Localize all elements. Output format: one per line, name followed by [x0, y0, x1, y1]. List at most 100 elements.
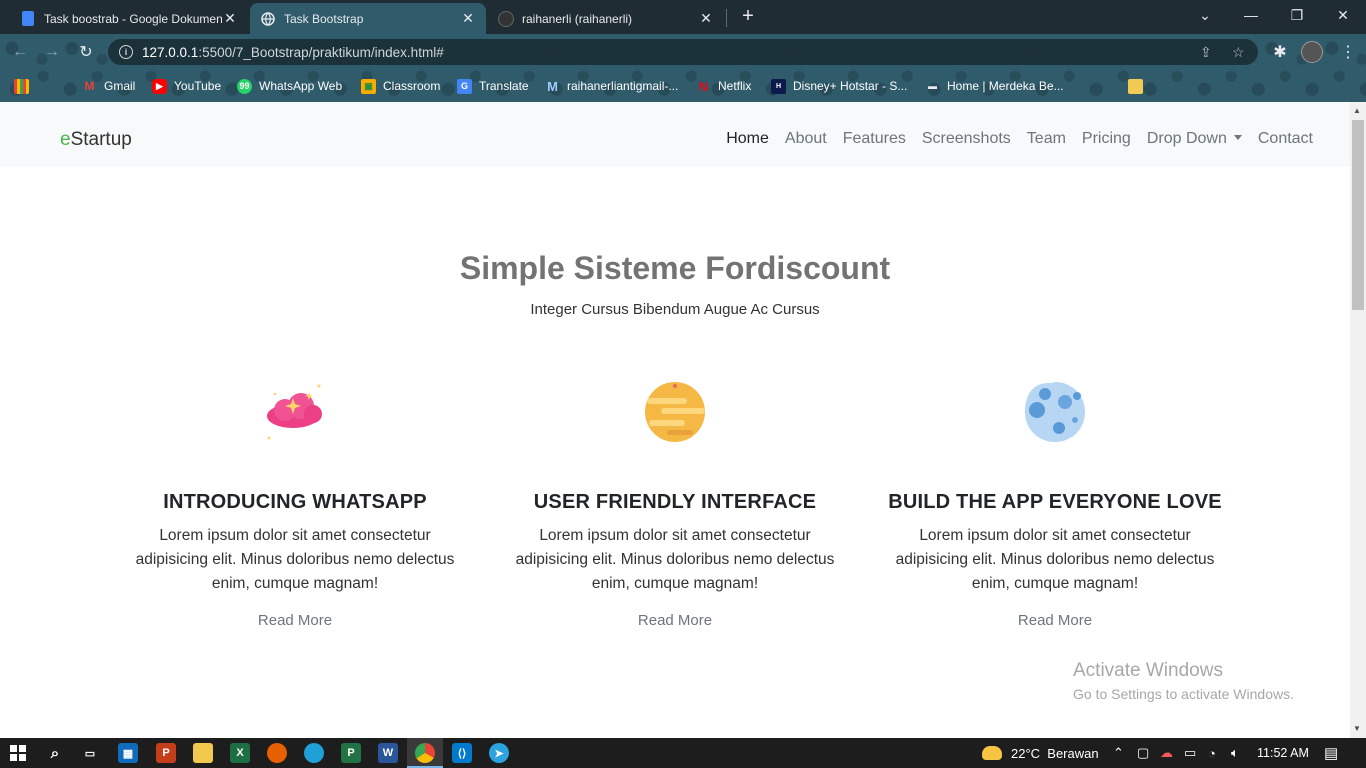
excel-icon[interactable]: X	[230, 743, 250, 763]
feature-title: USER FRIENDLY INTERFACE	[533, 491, 817, 513]
nav-pricing[interactable]: Pricing	[1082, 130, 1131, 148]
word-icon[interactable]: W	[378, 743, 398, 763]
bookmark-youtube[interactable]: ▶ YouTube	[152, 77, 221, 95]
globe-icon	[260, 11, 276, 27]
apps-grid-icon[interactable]	[14, 77, 36, 95]
read-more-link[interactable]: Read More	[875, 612, 1235, 629]
close-window-button[interactable]: ✕	[1320, 0, 1366, 30]
bookmark-gmail[interactable]: M Gmail	[82, 77, 136, 95]
feature-text: Lorem ipsum dolor sit amet consectetur a…	[895, 527, 1215, 592]
read-more-link[interactable]: Read More	[495, 612, 855, 629]
brand-logo[interactable]: eStartup	[60, 129, 132, 151]
firefox-icon[interactable]	[267, 743, 287, 763]
feature-card: USER FRIENDLY INTERFACE Lorem ipsum dolo…	[495, 380, 855, 629]
tray-device-icon[interactable]: ▢	[1137, 738, 1149, 768]
tray-chevron-icon[interactable]: ⌃	[1113, 738, 1124, 768]
read-more-link[interactable]: Read More	[115, 612, 475, 629]
folder-icon[interactable]	[1128, 77, 1150, 95]
store-icon[interactable]: ▦	[118, 743, 138, 763]
feature-text: Lorem ipsum dolor sit amet consectetur a…	[515, 527, 835, 592]
address-bar[interactable]: i 127.0.0.1:5500/7_Bootstrap/praktikum/i…	[108, 39, 1258, 65]
nav-dropdown[interactable]: Drop Down	[1147, 130, 1242, 148]
bookmark-classroom[interactable]: ▣ Classroom	[361, 77, 440, 95]
publisher-icon[interactable]: P	[341, 743, 361, 763]
tab-google-docs[interactable]: Task boostrab - Google Dokumen ✕	[10, 3, 248, 34]
url-path: :5500/7_Bootstrap/praktikum/index.html#	[198, 44, 444, 60]
feature-text: Lorem ipsum dolor sit amet consectetur a…	[135, 527, 455, 592]
bookmark-raihanerli[interactable]: Mraihanerliantigmail-...	[545, 77, 678, 95]
github-icon	[498, 10, 514, 27]
notifications-icon[interactable]: ▤	[1324, 738, 1338, 768]
hotstar-icon: H	[771, 78, 786, 94]
tray-cloud-icon[interactable]: ☁	[1160, 738, 1173, 768]
tab-separator	[726, 9, 727, 27]
clock[interactable]: 11:52 AM	[1257, 738, 1309, 768]
activate-windows-watermark: Activate Windows Go to Settings to activ…	[1073, 660, 1294, 702]
youtube-icon: ▶	[152, 78, 167, 94]
translate-icon: G	[457, 78, 472, 94]
minimize-button[interactable]: —	[1228, 0, 1274, 30]
feature-card: BUILD THE APP EVERYONE LOVE Lorem ipsum …	[875, 380, 1235, 629]
nav-about[interactable]: About	[785, 130, 827, 148]
feature-title: BUILD THE APP EVERYONE LOVE	[888, 491, 1222, 513]
nav-team[interactable]: Team	[1027, 130, 1066, 148]
task-view-icon[interactable]: ▭	[80, 743, 100, 763]
weather-widget[interactable]: 22°C Berawan	[982, 738, 1099, 768]
nav-screenshots[interactable]: Screenshots	[922, 130, 1011, 148]
restore-button[interactable]: ❐	[1274, 0, 1320, 30]
nav-home[interactable]: Home	[726, 130, 769, 148]
close-tab-icon[interactable]: ✕	[222, 10, 238, 27]
edge-icon[interactable]	[304, 743, 324, 763]
bookmark-translate[interactable]: G Translate	[457, 77, 529, 95]
volume-icon[interactable]: 🔈︎	[1231, 738, 1239, 768]
close-tab-icon[interactable]: ✕	[460, 10, 476, 27]
pink-cloud-icon	[263, 380, 327, 444]
bookmarks-bar: M Gmail ▶ YouTube 99 WhatsApp Web ▣ Classroo…	[0, 70, 1366, 102]
blue-moon-icon	[1023, 380, 1087, 444]
vscode-icon[interactable]: ⟨⟩	[452, 743, 472, 763]
browser-tab-strip: Task boostrab - Google Dokumen ✕ Task Bo…	[0, 0, 1366, 34]
bookmark-netflix[interactable]: N Netflix	[696, 77, 752, 95]
bookmark-star-icon[interactable]: ☆	[1232, 44, 1245, 61]
windows-start-icon[interactable]	[8, 743, 28, 763]
powerpoint-icon[interactable]: P	[156, 743, 176, 763]
whatsapp-icon: 99	[237, 78, 252, 94]
url-text: 127.0.0.1:5500/7_Bootstrap/praktikum/ind…	[142, 45, 444, 60]
scrollbar-thumb[interactable]	[1352, 120, 1364, 310]
site-info-icon[interactable]: i	[119, 45, 133, 59]
file-explorer-icon[interactable]	[193, 743, 213, 763]
feature-title: INTRODUCING WHATSAPP	[163, 491, 427, 513]
tab-github[interactable]: raihanerli (raihanerli) ✕	[488, 3, 724, 34]
weather-cloud-icon	[982, 746, 1002, 760]
m-icon: M	[547, 78, 558, 94]
forward-icon[interactable]: →	[40, 40, 64, 64]
back-icon[interactable]: ←	[8, 40, 32, 64]
scroll-up-arrow-icon[interactable]: ▲	[1353, 106, 1361, 115]
battery-icon[interactable]: ▭	[1184, 738, 1196, 768]
nav-features[interactable]: Features	[843, 130, 906, 148]
chrome-icon[interactable]	[415, 743, 435, 763]
windows-taskbar: ⌕ ▭ ▦ P X P W ⟨⟩ ➤ 22°C Berawan ⌃ ▢ ☁ ▭ …	[0, 738, 1366, 768]
wifi-icon[interactable]: ◔	[1208, 738, 1216, 768]
web-page: eStartup Home About Features Screenshots…	[0, 102, 1350, 738]
tab-search-chevron-icon[interactable]: ⌄	[1182, 0, 1228, 30]
tab-task-bootstrap[interactable]: Task Bootstrap ✕	[250, 3, 486, 34]
search-icon[interactable]: ⌕	[45, 743, 65, 763]
caret-down-icon	[1233, 135, 1242, 140]
bookmark-disney-hotstar[interactable]: H Disney+ Hotstar - S...	[771, 77, 907, 95]
page-scrollbar[interactable]: ▲ ▼	[1350, 102, 1366, 738]
new-tab-button[interactable]: +	[738, 6, 758, 26]
menu-kebab-icon[interactable]: ⋮	[1336, 40, 1360, 64]
close-tab-icon[interactable]: ✕	[698, 10, 714, 27]
bookmark-merdeka[interactable]: ▬ Home | Merdeka Be...	[925, 77, 1064, 95]
bookmark-whatsapp[interactable]: 99 WhatsApp Web	[237, 77, 342, 95]
profile-avatar[interactable]	[1300, 40, 1324, 64]
scroll-down-arrow-icon[interactable]: ▼	[1353, 724, 1361, 733]
nav-contact[interactable]: Contact	[1258, 130, 1313, 148]
hero-title: Simple Sisteme Fordiscount	[459, 250, 891, 286]
telegram-icon[interactable]: ➤	[489, 743, 509, 763]
share-icon[interactable]: ⇪	[1200, 44, 1212, 61]
netflix-icon: N	[698, 78, 709, 94]
extensions-puzzle-icon[interactable]: ✱	[1268, 40, 1292, 64]
reload-icon[interactable]: ↻	[74, 40, 98, 64]
